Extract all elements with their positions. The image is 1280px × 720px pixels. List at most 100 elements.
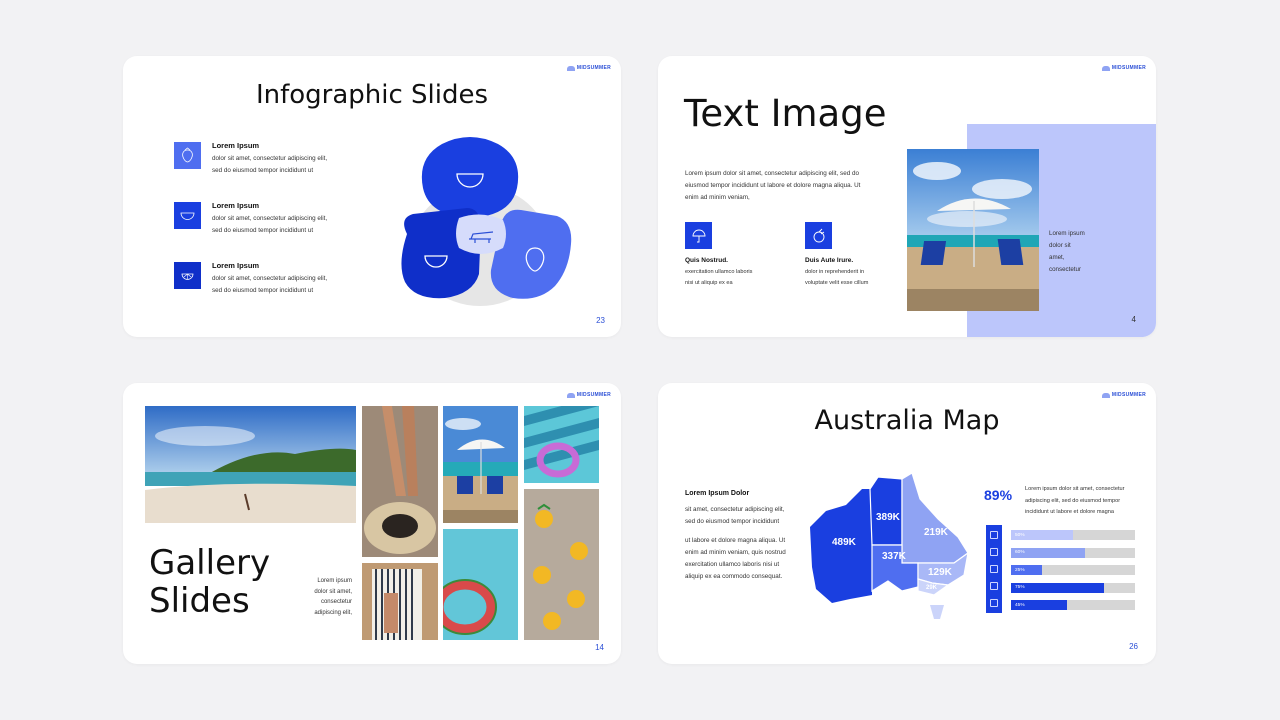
brand-name: MIDSUMMER [1111, 392, 1146, 398]
fruit-infographic [401, 137, 572, 306]
title-line: Slides [149, 581, 250, 621]
progress-bar: 45% [1011, 600, 1135, 610]
body-line: Lorem ipsum dolor sit amet, consectetur … [685, 170, 859, 177]
slide-title: Infographic Slides [255, 80, 489, 110]
progress-bar-label: 45% [1015, 602, 1025, 608]
description-line: enim ad minim veniam, quis nostrud [685, 549, 786, 556]
map-region-qld [901, 472, 969, 564]
title-line: Gallery [149, 543, 271, 583]
map-description: Lorem Ipsum Dolor sit amet, consectetur … [685, 490, 810, 583]
feature-text: exercitation ullamco laboris [685, 269, 753, 275]
body-line: eiusmod tempor incididunt ut labore et d… [685, 182, 861, 189]
feature-item: Duis Aute Irure. dolor in reprehenderit … [805, 222, 895, 289]
feature-heading: Quis Nostrud. [685, 257, 728, 264]
sunhat-photo [362, 406, 438, 557]
description-line: exercitation ullamco laboris nisi ut [685, 561, 780, 568]
side-text-line: consectetur [320, 599, 352, 605]
region-value-label: 489K [832, 537, 857, 548]
stat-text-line: incididunt ut labore et dolore magna [1025, 509, 1114, 515]
brand-name: MIDSUMMER [1111, 65, 1146, 71]
jar-icon [990, 599, 998, 607]
item-text: sed do eiusmod tempor incididunt ut [212, 227, 314, 234]
progress-bar: 25% [1011, 565, 1135, 575]
item-heading: Lorem Ipsum [212, 141, 260, 150]
description-line: sit amet, consectetur adipiscing elit, [685, 506, 785, 513]
pineapples-photo [524, 489, 599, 640]
region-value-label: 337K [882, 551, 907, 562]
progress-bar-fill: 45% [1011, 600, 1067, 610]
progress-bar: 75% [1011, 582, 1135, 593]
item-heading: Lorem Ipsum [212, 261, 260, 270]
body-line: enim ad minim veniam, [685, 194, 750, 201]
bottle-icon [990, 531, 998, 539]
flipflop-icon [990, 582, 998, 590]
map-region-tas [930, 605, 944, 619]
lounger-center [456, 214, 506, 254]
side-text-line: Lorem ipsum [317, 578, 352, 584]
text-image-slide-thumbnail[interactable]: MIDSUMMER Text Image Lorem ipsum dolor s… [658, 56, 1156, 337]
umbrella-icon [685, 222, 712, 249]
feature-text: voluptate velit esse cillum [805, 280, 869, 286]
side-text-line: dolor sit amet, [314, 588, 352, 595]
map-region-nt [869, 476, 903, 546]
side-text-line: Lorem ipsum [1049, 230, 1085, 237]
item-heading: Lorem Ipsum [212, 201, 260, 210]
brand-name: MIDSUMMER [576, 392, 611, 398]
watermelon-icon [174, 202, 201, 229]
progress-bar: 50% [1011, 530, 1135, 540]
item-text: dolor sit amet, consectetur adipiscing e… [212, 155, 328, 162]
page-number: 4 [1131, 315, 1136, 324]
progress-bar-label: 60% [1015, 550, 1025, 555]
region-value-label: 129K [928, 567, 953, 578]
feature-text: nisi ut aliquip ex ea [685, 280, 733, 286]
feature-text: dolor in reprehenderit in [805, 269, 865, 275]
progress-bar-fill: 50% [1011, 530, 1073, 540]
australia-map: 489K 389K 219K 337K 129K 29K [810, 472, 969, 619]
strawberry-icon [174, 142, 201, 169]
item-text: dolor sit amet, consectetur adipiscing e… [212, 275, 328, 282]
description-line: sed do eiusmod tempor incididunt [685, 518, 780, 525]
brand-logo: MIDSUMMER [1101, 392, 1146, 398]
page-number: 14 [595, 643, 604, 652]
watermelon-float-photo [443, 529, 518, 640]
region-value-label: 219K [924, 527, 949, 538]
side-text: Lorem ipsum dolor sit amet, consectetur … [293, 576, 352, 618]
region-value-label: 389K [876, 512, 901, 523]
watermelon-petal [421, 137, 519, 218]
hand-icon [990, 565, 998, 573]
progress-bar-fill: 60% [1011, 547, 1086, 558]
description-line: aliquip ex ea commodo consequat. [685, 573, 783, 580]
camera-icon [990, 548, 998, 556]
coconut-icon [805, 222, 832, 249]
beach-hut-photo [362, 563, 438, 640]
australia-map-slide-thumbnail[interactable]: MIDSUMMER Australia Map Lorem Ipsum Dolo… [658, 383, 1156, 664]
bar-icon-column [986, 525, 1002, 613]
brand-logo-icon [566, 65, 575, 71]
pool-float-photo [524, 406, 599, 483]
progress-bar-label: 50% [1015, 532, 1025, 538]
item-text: sed do eiusmod tempor incididunt ut [212, 287, 314, 294]
side-text: Lorem ipsum dolor sit amet, consectetur [1049, 228, 1085, 276]
region-value-label: 29K [926, 585, 938, 591]
stat-percentage: 89% [984, 487, 1013, 503]
description-line: ut labore et dolore magna aliqua. Ut [685, 537, 786, 544]
brand-logo: MIDSUMMER [566, 65, 611, 71]
progress-bar-label: 25% [1015, 567, 1025, 573]
progress-bar-fill: 75% [1011, 582, 1104, 593]
infographic-slide-thumbnail[interactable]: MIDSUMMER Infographic Slides Lorem Ipsum… [123, 56, 621, 337]
orange-slice-icon [174, 262, 201, 289]
beach-umbrella-photo [907, 149, 1039, 311]
gallery-slide-thumbnail[interactable]: MIDSUMMER Gallery Slides Lorem ipsum dol… [123, 383, 621, 664]
side-text-line: adipiscing elit, [314, 609, 352, 616]
stat-description: Lorem ipsum dolor sit amet, consectetur … [1025, 484, 1147, 519]
slide-title: Text Image [684, 92, 887, 135]
progress-bar-fill: 25% [1011, 565, 1042, 575]
brand-logo: MIDSUMMER [1101, 65, 1146, 71]
brand-logo: MIDSUMMER [566, 392, 611, 398]
slide-title: Australia Map [814, 405, 1000, 436]
progress-bar: 60% [1011, 547, 1135, 558]
brand-logo-icon [1101, 65, 1110, 71]
beach-island-photo [145, 406, 356, 523]
side-text-line: consectetur [1049, 266, 1081, 273]
body-text: Lorem ipsum dolor sit amet, consectetur … [685, 168, 895, 204]
